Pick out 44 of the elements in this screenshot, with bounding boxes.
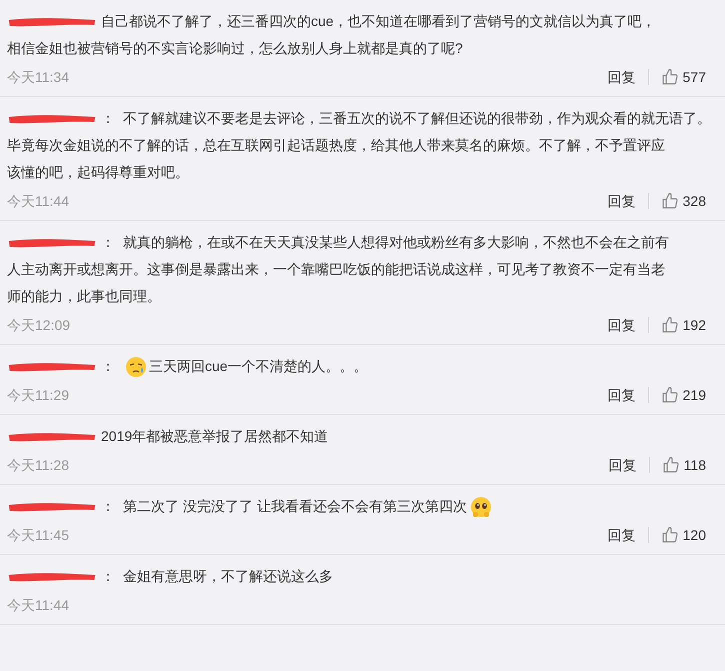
thumbs-up-icon — [660, 386, 679, 404]
timestamp: 今天12:09 — [7, 316, 70, 334]
thumbs-up-icon — [662, 456, 680, 474]
comment-text: 相信金姐也被营销号的不实言论影响过，怎么放别人身上就都是真的了呢? — [7, 39, 464, 58]
thumbs-up-icon — [660, 192, 679, 210]
timestamp: 今天11:45 — [7, 526, 69, 544]
reply-button[interactable]: 回复 — [608, 384, 648, 406]
comment-text: 该懂的吧，起码得尊重对吧。 — [7, 163, 190, 182]
timestamp: 今天11:34 — [7, 68, 69, 86]
pleading-face-icon — [468, 494, 493, 518]
reply-button[interactable]: 回复 — [608, 314, 648, 336]
timestamp: 今天11:29 — [7, 386, 69, 404]
like-button[interactable]: 192 — [648, 314, 718, 336]
comment-text: 就真的躺枪，在或不在天天真没某些人想得对他或粉丝有多大影响，不然也不会在之前有 — [123, 233, 669, 252]
comment-text: 第二次了 没完没了了 让我看看还会不会有第三次第四次 — [123, 497, 467, 516]
thumbs-up-icon — [660, 526, 679, 544]
like-button[interactable]: 219 — [648, 384, 718, 406]
separator: ： — [101, 109, 115, 128]
timestamp: 今天11:44 — [7, 596, 69, 614]
thumbs-up-icon — [660, 316, 679, 334]
like-button[interactable]: 120 — [648, 524, 718, 546]
separator: ： — [101, 497, 115, 516]
reply-button[interactable]: 回复 — [608, 524, 648, 546]
like-button[interactable]: 328 — [648, 190, 718, 212]
comment-text: 人主动离开或想离开。这事倒是暴露出来，一个靠嘴巴吃饭的能把话说成这样，可见考了教资不一定有当老 — [7, 260, 666, 279]
separator: ： — [101, 357, 115, 376]
comment-text: 2019年都被恶意举报了居然都不知道 — [101, 427, 328, 446]
comment-text: 师的能力，此事也同理。 — [7, 287, 162, 306]
timestamp: 今天11:44 — [7, 192, 69, 210]
thumbs-up-icon — [660, 68, 679, 86]
sweating-face-icon — [125, 356, 147, 378]
separator: ： — [101, 233, 115, 252]
reply-button[interactable]: 回复 — [608, 66, 648, 88]
timestamp: 今天11:28 — [7, 456, 69, 474]
comment-text: 毕竟每次金姐说的不了解的话，总在互联网引起话题热度，给其他人带来莫名的麻烦。不了解，不予置评应 — [7, 136, 666, 155]
comment-text: 金姐有意思呀，不了解还说这么多 — [123, 567, 333, 586]
reply-button[interactable]: 回复 — [608, 454, 649, 476]
separator: ： — [101, 567, 115, 586]
comment-text: 自己都说不了解了，还三番四次的cue，也不知道在哪看到了营销号的文就信以为真了吧， — [101, 12, 656, 31]
like-button[interactable]: 577 — [648, 66, 718, 88]
comment-text: 不了解就建议不要老是去评论，三番五次的说不了解但还说的很带劲，作为观众看的就无语了。 — [123, 109, 711, 128]
reply-button[interactable]: 回复 — [608, 190, 648, 212]
like-button[interactable]: 118 — [650, 454, 718, 476]
comment-text: 三天两回cue一个不清楚的人。。。 — [149, 357, 368, 376]
